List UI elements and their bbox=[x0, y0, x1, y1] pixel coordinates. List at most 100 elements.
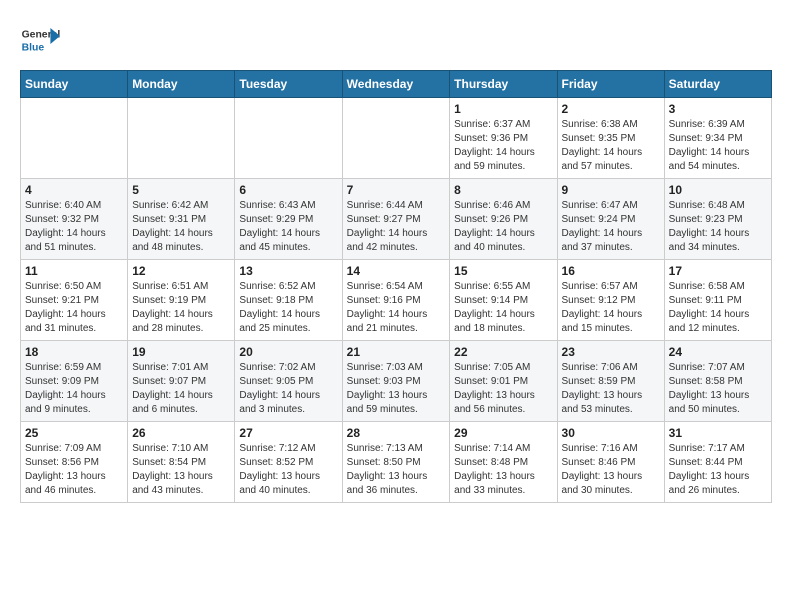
calendar-cell: 26 Sunrise: 7:10 AM Sunset: 8:54 PM Dayli… bbox=[128, 422, 235, 503]
day-number: 3 bbox=[669, 102, 767, 116]
weekday-header-thursday: Thursday bbox=[450, 71, 557, 98]
day-info: Sunrise: 7:05 AM Sunset: 9:01 PM Dayligh… bbox=[454, 361, 552, 417]
calendar-cell: 21 Sunrise: 7:03 AM Sunset: 9:03 PM Dayli… bbox=[342, 341, 450, 422]
calendar-cell bbox=[21, 98, 128, 179]
day-number: 28 bbox=[347, 426, 446, 440]
weekday-header-friday: Friday bbox=[557, 71, 664, 98]
day-info: Sunrise: 6:57 AM Sunset: 9:12 PM Dayligh… bbox=[562, 280, 660, 336]
day-info: Sunrise: 6:39 AM Sunset: 9:34 PM Dayligh… bbox=[669, 118, 767, 174]
calendar-cell: 20 Sunrise: 7:02 AM Sunset: 9:05 PM Dayli… bbox=[235, 341, 342, 422]
day-number: 12 bbox=[132, 264, 230, 278]
day-info: Sunrise: 7:17 AM Sunset: 8:44 PM Dayligh… bbox=[669, 442, 767, 498]
day-info: Sunrise: 7:13 AM Sunset: 8:50 PM Dayligh… bbox=[347, 442, 446, 498]
day-number: 18 bbox=[25, 345, 123, 359]
logo: General Blue bbox=[20, 20, 65, 60]
day-info: Sunrise: 7:07 AM Sunset: 8:58 PM Dayligh… bbox=[669, 361, 767, 417]
day-info: Sunrise: 6:46 AM Sunset: 9:26 PM Dayligh… bbox=[454, 199, 552, 255]
day-number: 27 bbox=[239, 426, 337, 440]
day-info: Sunrise: 7:03 AM Sunset: 9:03 PM Dayligh… bbox=[347, 361, 446, 417]
calendar-cell: 18 Sunrise: 6:59 AM Sunset: 9:09 PM Dayli… bbox=[21, 341, 128, 422]
day-number: 26 bbox=[132, 426, 230, 440]
day-number: 5 bbox=[132, 183, 230, 197]
day-info: Sunrise: 7:14 AM Sunset: 8:48 PM Dayligh… bbox=[454, 442, 552, 498]
day-info: Sunrise: 7:10 AM Sunset: 8:54 PM Dayligh… bbox=[132, 442, 230, 498]
day-number: 10 bbox=[669, 183, 767, 197]
calendar-cell: 2 Sunrise: 6:38 AM Sunset: 9:35 PM Daylig… bbox=[557, 98, 664, 179]
day-number: 30 bbox=[562, 426, 660, 440]
day-info: Sunrise: 6:48 AM Sunset: 9:23 PM Dayligh… bbox=[669, 199, 767, 255]
calendar-cell: 14 Sunrise: 6:54 AM Sunset: 9:16 PM Dayli… bbox=[342, 260, 450, 341]
calendar-cell: 27 Sunrise: 7:12 AM Sunset: 8:52 PM Dayli… bbox=[235, 422, 342, 503]
weekday-header-saturday: Saturday bbox=[664, 71, 771, 98]
day-info: Sunrise: 6:50 AM Sunset: 9:21 PM Dayligh… bbox=[25, 280, 123, 336]
calendar-cell: 3 Sunrise: 6:39 AM Sunset: 9:34 PM Daylig… bbox=[664, 98, 771, 179]
day-info: Sunrise: 7:06 AM Sunset: 8:59 PM Dayligh… bbox=[562, 361, 660, 417]
calendar-cell: 1 Sunrise: 6:37 AM Sunset: 9:36 PM Daylig… bbox=[450, 98, 557, 179]
day-number: 1 bbox=[454, 102, 552, 116]
day-number: 16 bbox=[562, 264, 660, 278]
calendar-week-1: 1 Sunrise: 6:37 AM Sunset: 9:36 PM Daylig… bbox=[21, 98, 772, 179]
day-number: 13 bbox=[239, 264, 337, 278]
calendar-cell: 10 Sunrise: 6:48 AM Sunset: 9:23 PM Dayli… bbox=[664, 179, 771, 260]
calendar-week-4: 18 Sunrise: 6:59 AM Sunset: 9:09 PM Dayli… bbox=[21, 341, 772, 422]
calendar-cell: 17Sunrise: 6:58 AM Sunset: 9:11 PM Dayli… bbox=[664, 260, 771, 341]
calendar-cell: 28 Sunrise: 7:13 AM Sunset: 8:50 PM Dayli… bbox=[342, 422, 450, 503]
calendar-cell: 16 Sunrise: 6:57 AM Sunset: 9:12 PM Dayli… bbox=[557, 260, 664, 341]
calendar-cell: 4 Sunrise: 6:40 AM Sunset: 9:32 PM Daylig… bbox=[21, 179, 128, 260]
day-number: 11 bbox=[25, 264, 123, 278]
calendar-cell: 29Sunrise: 7:14 AM Sunset: 8:48 PM Dayli… bbox=[450, 422, 557, 503]
day-info: Sunrise: 7:02 AM Sunset: 9:05 PM Dayligh… bbox=[239, 361, 337, 417]
calendar-cell: 15Sunrise: 6:55 AM Sunset: 9:14 PM Dayli… bbox=[450, 260, 557, 341]
day-info: Sunrise: 6:44 AM Sunset: 9:27 PM Dayligh… bbox=[347, 199, 446, 255]
calendar-cell: 19Sunrise: 7:01 AM Sunset: 9:07 PM Dayli… bbox=[128, 341, 235, 422]
calendar-cell: 31 Sunrise: 7:17 AM Sunset: 8:44 PM Dayli… bbox=[664, 422, 771, 503]
calendar-cell: 24 Sunrise: 7:07 AM Sunset: 8:58 PM Dayli… bbox=[664, 341, 771, 422]
calendar-cell: 8Sunrise: 6:46 AM Sunset: 9:26 PM Daylig… bbox=[450, 179, 557, 260]
page-header: General Blue bbox=[20, 20, 772, 60]
svg-text:Blue: Blue bbox=[22, 42, 45, 53]
calendar-cell: 6Sunrise: 6:43 AM Sunset: 9:29 PM Daylig… bbox=[235, 179, 342, 260]
calendar-cell: 30 Sunrise: 7:16 AM Sunset: 8:46 PM Dayli… bbox=[557, 422, 664, 503]
day-info: Sunrise: 6:55 AM Sunset: 9:14 PM Dayligh… bbox=[454, 280, 552, 336]
day-number: 17 bbox=[669, 264, 767, 278]
calendar-cell: 13 Sunrise: 6:52 AM Sunset: 9:18 PM Dayli… bbox=[235, 260, 342, 341]
day-number: 2 bbox=[562, 102, 660, 116]
calendar-table: SundayMondayTuesdayWednesdayThursdayFrid… bbox=[20, 70, 772, 503]
day-number: 20 bbox=[239, 345, 337, 359]
calendar-cell: 9Sunrise: 6:47 AM Sunset: 9:24 PM Daylig… bbox=[557, 179, 664, 260]
calendar-week-3: 11 Sunrise: 6:50 AM Sunset: 9:21 PM Dayli… bbox=[21, 260, 772, 341]
day-number: 31 bbox=[669, 426, 767, 440]
day-number: 22 bbox=[454, 345, 552, 359]
calendar-cell: 5 Sunrise: 6:42 AM Sunset: 9:31 PM Daylig… bbox=[128, 179, 235, 260]
day-info: Sunrise: 6:42 AM Sunset: 9:31 PM Dayligh… bbox=[132, 199, 230, 255]
day-info: Sunrise: 6:51 AM Sunset: 9:19 PM Dayligh… bbox=[132, 280, 230, 336]
day-info: Sunrise: 7:09 AM Sunset: 8:56 PM Dayligh… bbox=[25, 442, 123, 498]
day-number: 25 bbox=[25, 426, 123, 440]
day-info: Sunrise: 6:40 AM Sunset: 9:32 PM Dayligh… bbox=[25, 199, 123, 255]
day-number: 23 bbox=[562, 345, 660, 359]
day-info: Sunrise: 7:12 AM Sunset: 8:52 PM Dayligh… bbox=[239, 442, 337, 498]
day-number: 4 bbox=[25, 183, 123, 197]
weekday-header-wednesday: Wednesday bbox=[342, 71, 450, 98]
day-info: Sunrise: 7:16 AM Sunset: 8:46 PM Dayligh… bbox=[562, 442, 660, 498]
calendar-cell: 22 Sunrise: 7:05 AM Sunset: 9:01 PM Dayli… bbox=[450, 341, 557, 422]
day-info: Sunrise: 6:54 AM Sunset: 9:16 PM Dayligh… bbox=[347, 280, 446, 336]
day-info: Sunrise: 6:43 AM Sunset: 9:29 PM Dayligh… bbox=[239, 199, 337, 255]
weekday-header-monday: Monday bbox=[128, 71, 235, 98]
day-info: Sunrise: 6:52 AM Sunset: 9:18 PM Dayligh… bbox=[239, 280, 337, 336]
day-number: 24 bbox=[669, 345, 767, 359]
calendar-week-5: 25 Sunrise: 7:09 AM Sunset: 8:56 PM Dayli… bbox=[21, 422, 772, 503]
day-number: 19 bbox=[132, 345, 230, 359]
weekday-header-tuesday: Tuesday bbox=[235, 71, 342, 98]
calendar-cell bbox=[235, 98, 342, 179]
calendar-cell bbox=[342, 98, 450, 179]
day-info: Sunrise: 6:38 AM Sunset: 9:35 PM Dayligh… bbox=[562, 118, 660, 174]
day-number: 14 bbox=[347, 264, 446, 278]
day-info: Sunrise: 6:59 AM Sunset: 9:09 PM Dayligh… bbox=[25, 361, 123, 417]
weekday-header-sunday: Sunday bbox=[21, 71, 128, 98]
day-info: Sunrise: 6:37 AM Sunset: 9:36 PM Dayligh… bbox=[454, 118, 552, 174]
calendar-cell: 23 Sunrise: 7:06 AM Sunset: 8:59 PM Dayli… bbox=[557, 341, 664, 422]
calendar-week-2: 4 Sunrise: 6:40 AM Sunset: 9:32 PM Daylig… bbox=[21, 179, 772, 260]
day-number: 21 bbox=[347, 345, 446, 359]
day-number: 7 bbox=[347, 183, 446, 197]
